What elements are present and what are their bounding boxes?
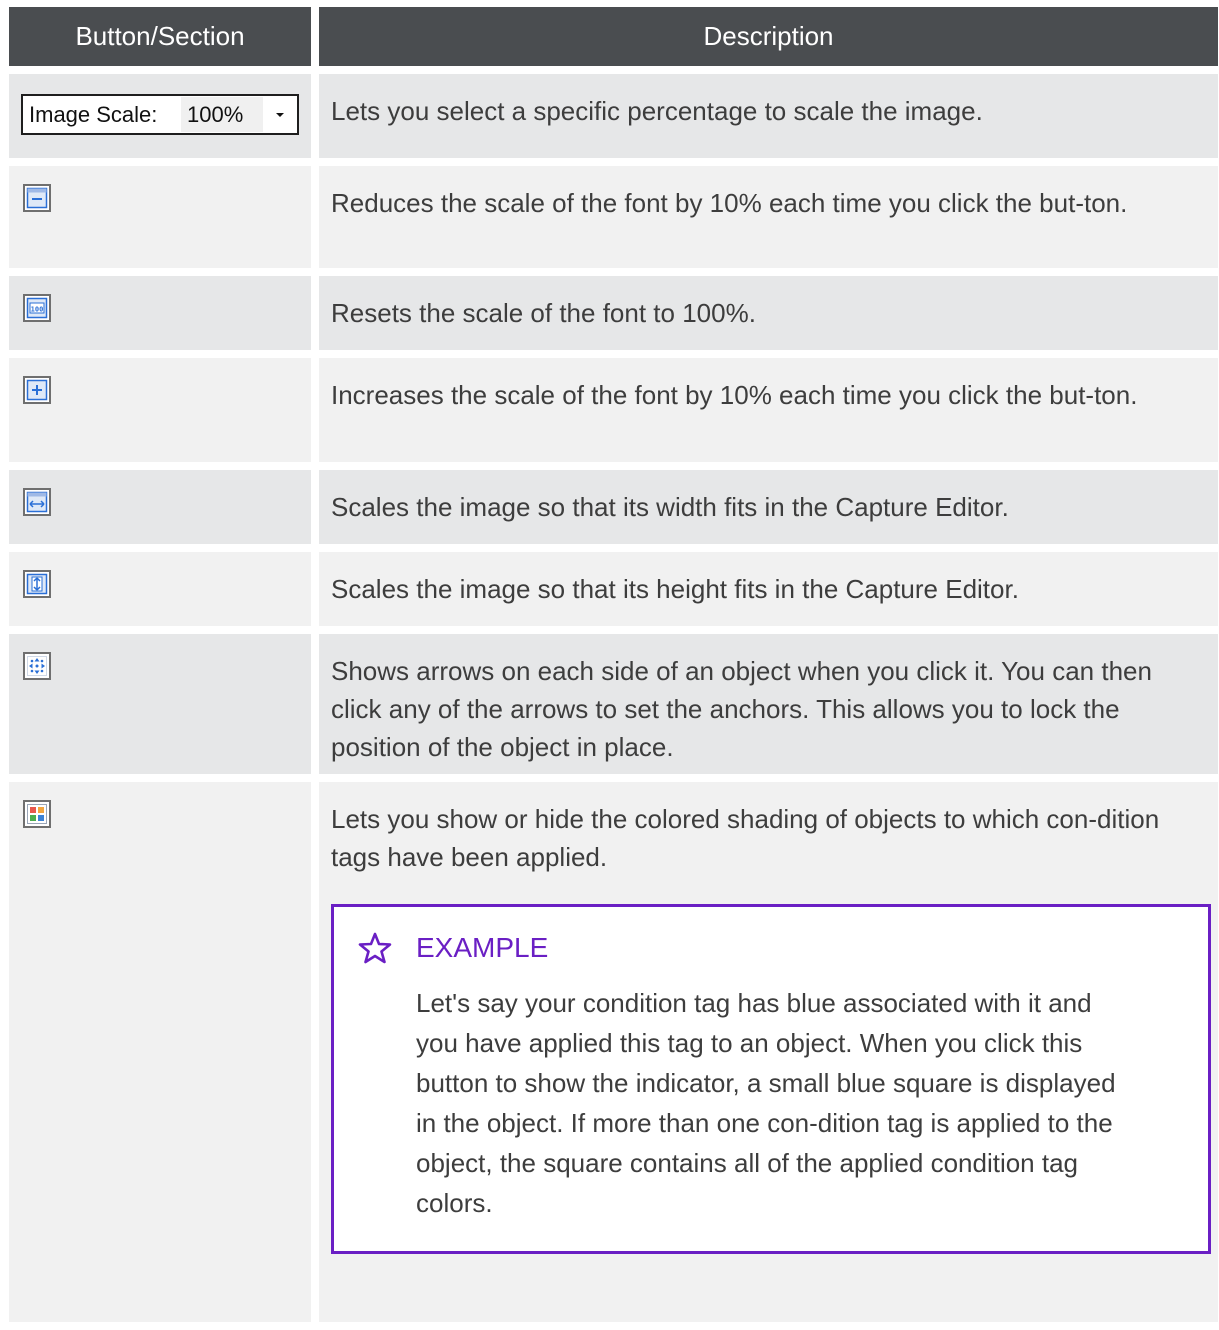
zoom-in-icon[interactable] xyxy=(23,376,51,404)
row-description: Scales the image so that its width fits … xyxy=(319,470,1218,544)
button-description-table: Button/Section Description Image Scale: … xyxy=(9,7,1218,1330)
svg-text:100: 100 xyxy=(31,306,44,314)
table-row: Reduces the scale of the font by 10% eac… xyxy=(9,166,1218,268)
anchors-icon[interactable] xyxy=(23,652,51,680)
image-scale-dropdown[interactable]: Image Scale: 100% xyxy=(21,94,299,135)
example-box: EXAMPLE Let's say your condition tag has… xyxy=(331,904,1211,1254)
chevron-down-icon[interactable] xyxy=(263,112,297,118)
table-row: Image Scale: 100% Lets you select a spec… xyxy=(9,74,1218,158)
image-scale-label: Image Scale: xyxy=(29,101,158,127)
row-description: Resets the scale of the font to 100%. xyxy=(319,276,1218,350)
row-description: Reduces the scale of the font by 10% eac… xyxy=(319,166,1218,268)
fit-width-icon[interactable] xyxy=(23,488,51,516)
example-title: EXAMPLE xyxy=(416,932,549,963)
table-row: Scales the image so that its height fits… xyxy=(9,552,1218,626)
row-description: Increases the scale of the font by 10% e… xyxy=(319,358,1218,462)
table-row: Lets you show or hide the colored shadin… xyxy=(9,782,1218,1322)
row-description: Shows arrows on each side of an object w… xyxy=(319,634,1218,774)
fit-height-icon[interactable] xyxy=(23,570,51,598)
image-scale-value: 100% xyxy=(181,97,263,132)
row-description: Scales the image so that its height fits… xyxy=(319,552,1218,626)
table-header: Button/Section Description xyxy=(9,7,1218,66)
table-row: 100 Resets the scale of the font to 100%… xyxy=(9,276,1218,350)
header-description: Description xyxy=(319,7,1218,66)
example-text: Let's say your condition tag has blue as… xyxy=(416,988,1116,1218)
row-description: Lets you select a specific percentage to… xyxy=(319,74,1218,158)
table-row: Shows arrows on each side of an object w… xyxy=(9,634,1218,774)
star-icon xyxy=(358,932,392,964)
condition-tags-icon[interactable] xyxy=(23,800,51,828)
header-button-section: Button/Section xyxy=(9,7,311,66)
table-row: Scales the image so that its width fits … xyxy=(9,470,1218,544)
table-row: Increases the scale of the font by 10% e… xyxy=(9,358,1218,462)
row-description: Lets you show or hide the colored shadin… xyxy=(331,804,1160,872)
zoom-out-icon[interactable] xyxy=(23,184,51,212)
reset-100-icon[interactable]: 100 xyxy=(23,294,51,322)
